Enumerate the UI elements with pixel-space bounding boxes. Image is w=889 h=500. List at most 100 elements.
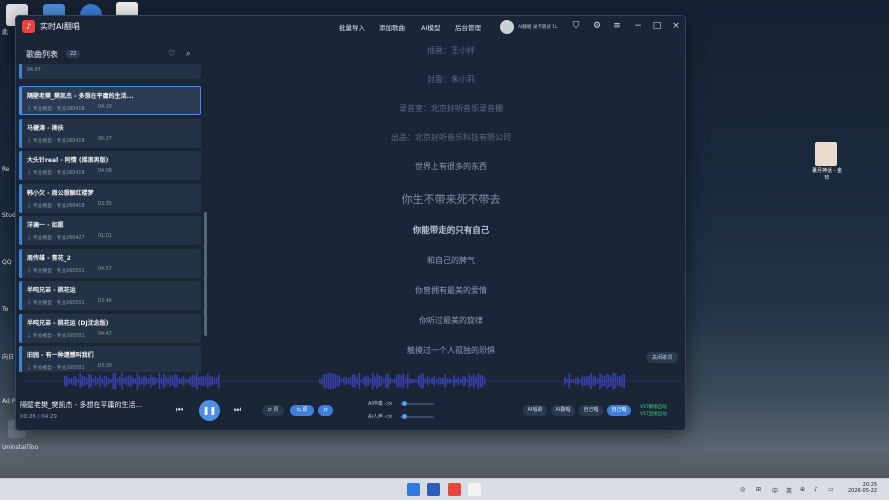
ai-voice-handle[interactable] xyxy=(401,414,407,419)
clock-date: 2026-05-22 xyxy=(848,488,878,494)
row-duration: 01:01 xyxy=(98,234,112,239)
waveform-bar xyxy=(145,377,147,385)
row-title: 韩小欠 - 周公想解红楼梦 xyxy=(27,189,94,197)
waveform-bar xyxy=(182,376,185,386)
waveform-bar xyxy=(90,374,92,388)
title-bar: ♪ 实时AI翻唱 批量导入 添加歌曲 AI模型 后台管理 AI翻唱 录卡随试 1… xyxy=(16,16,685,40)
desktop-avatar-icon[interactable] xyxy=(815,142,837,166)
waveform-bar xyxy=(160,377,163,385)
pill-active[interactable]: ⇆ 原 xyxy=(290,405,314,416)
clock[interactable]: 20:25 2026-05-22 xyxy=(848,482,877,494)
waveform-bar xyxy=(147,378,150,384)
waveform-bar xyxy=(391,379,394,383)
list-item[interactable]: 马健涛 - 搀扶 ♫ 专业模型 · 专业260418 05:27 xyxy=(19,118,201,148)
tray-icon-3[interactable]: 中 xyxy=(772,486,778,495)
song-list-scrollbar[interactable] xyxy=(204,212,207,336)
waveform-bar xyxy=(374,376,376,386)
mode-ai-sing[interactable]: AI唱歌 xyxy=(523,405,547,416)
nav-admin[interactable]: 后台管理 xyxy=(455,22,481,32)
waveform-bar xyxy=(327,372,330,390)
list-item[interactable]: 洋澜一 - 如愿 ♫ 专业模型 · 专业260427 01:01 xyxy=(19,216,201,245)
list-item-partial[interactable]: 04:07 xyxy=(19,64,201,79)
start-icon[interactable] xyxy=(407,483,420,496)
minimize-icon[interactable]: − xyxy=(632,21,644,31)
list-item[interactable]: 隔壁老樊_樊凯杰 - 多想在平庸的生活... ♫ 专业模型 · 专业260418 0… xyxy=(19,86,201,115)
waveform-bar xyxy=(114,372,117,390)
row-title: 旧园 - 有一种遗憾叫我们 xyxy=(27,352,94,359)
uninstall-label: UninstallToo xyxy=(2,444,39,451)
shirt-icon[interactable]: ⛉ xyxy=(570,21,582,31)
nav-import[interactable]: 批量导入 xyxy=(339,22,365,32)
row-meta: ♫ 专业模型 · 专业260501 xyxy=(27,366,85,371)
search-icon[interactable]: ⌕ xyxy=(186,49,190,59)
waveform-bar xyxy=(468,374,471,388)
user-name: AI翻唱 录卡随试 1L xyxy=(518,25,558,30)
waveform-bar xyxy=(579,379,581,383)
waveform-bar xyxy=(116,378,119,384)
menu-icon[interactable]: ≡ xyxy=(611,21,623,31)
close-lyrics-button[interactable]: 关闭歌词 xyxy=(646,352,679,363)
previous-icon[interactable]: ⏮ xyxy=(176,405,183,415)
waveform-bar xyxy=(448,378,451,384)
avatar[interactable] xyxy=(500,20,514,34)
waveform-bar xyxy=(583,376,586,386)
mode-ai-cover[interactable]: AI翻唱 xyxy=(551,405,575,416)
pause-button[interactable]: ❚❚ xyxy=(199,400,220,421)
tray-icon-1[interactable]: ◎ xyxy=(740,486,745,493)
list-item[interactable]: 周传雄 - 青花_2 ♫ 专业模型 · 专业260501 04:57 xyxy=(19,248,201,278)
waveform-bar xyxy=(400,374,402,388)
waveform-bar xyxy=(566,378,568,384)
desk-label-1: 此 xyxy=(2,29,9,36)
list-item[interactable]: 大头针real - 阿情 (摇滚男版) ♫ 专业模型 · 专业260418 04:0… xyxy=(19,151,201,180)
heart-icon[interactable]: ♡ xyxy=(168,49,175,58)
lyric-line: 你听过最美的旋律 xyxy=(419,316,483,325)
row-title: 周传雄 - 青花_2 xyxy=(27,254,71,262)
list-item[interactable]: 半吨兄弟 - 桃花运 ♫ 专业模型 · 专业260501 03:46 xyxy=(19,281,201,310)
taskbar-app-1[interactable] xyxy=(427,483,440,496)
lyric-line: 你能带走的只有自己 xyxy=(412,226,490,236)
mode-self-sing-active[interactable]: 自己唱 xyxy=(607,405,631,416)
row-meta: ♫ 专业模型 · 专业260418 xyxy=(27,203,85,209)
waveform-bar xyxy=(204,376,207,386)
waveform-bar xyxy=(209,376,211,386)
app-window: ♪ 实时AI翻唱 批量导入 添加歌曲 AI模型 后台管理 AI翻唱 录卡随试 1… xyxy=(15,15,686,431)
next-icon[interactable]: ⏭ xyxy=(234,405,241,415)
waveform[interactable] xyxy=(24,371,679,391)
waveform-bar xyxy=(92,378,95,384)
mode-self-sing[interactable]: 自己唱 xyxy=(579,405,603,416)
waveform-bar xyxy=(149,374,152,388)
waveform-bar xyxy=(398,374,400,388)
waveform-bar xyxy=(481,375,484,387)
waveform-bar xyxy=(325,373,328,389)
tray-icon-6[interactable]: ♪ xyxy=(814,486,818,493)
waveform-bar xyxy=(213,377,216,385)
ai-accompany-handle[interactable] xyxy=(401,401,407,406)
list-item[interactable]: 旧园 - 有一种遗憾叫我们 ♫ 专业模型 · 专业260501 03:30 xyxy=(19,346,201,372)
nav-add-song[interactable]: 添加歌曲 xyxy=(379,22,405,32)
waveform-bar xyxy=(367,376,369,386)
row-title: 半吨兄弟 - 桃花运 (DJ沈念版) xyxy=(27,319,109,327)
pill-loop[interactable]: ⇄ xyxy=(318,405,333,416)
waveform-bar xyxy=(321,377,323,385)
waveform-bar xyxy=(154,377,156,385)
waveform-bar xyxy=(477,372,479,390)
pill-original[interactable]: ⇄ 原 xyxy=(262,405,284,416)
desk-label-6: 向日 xyxy=(2,354,15,361)
waveform-bar xyxy=(433,376,435,386)
list-item[interactable]: 韩小欠 - 周公想解红楼梦 ♫ 专业模型 · 专业260418 03:35 xyxy=(19,183,201,213)
maximize-icon[interactable]: □ xyxy=(651,21,663,31)
tray-icon-2[interactable]: ⊞ xyxy=(756,486,761,493)
taskbar-app-3[interactable] xyxy=(468,483,481,496)
waveform-bar xyxy=(121,372,123,390)
waveform-bar xyxy=(382,378,385,384)
gear-icon[interactable]: ⚙ xyxy=(591,21,603,31)
list-item[interactable]: 半吨兄弟 - 桃花运 (DJ沈念版) ♫ 专业模型 · 专业260501 04:47 xyxy=(19,313,201,343)
nav-ai-model[interactable]: AI模型 xyxy=(421,22,440,32)
taskbar-app-2[interactable] xyxy=(448,483,461,496)
waveform-bar xyxy=(396,374,398,388)
close-icon[interactable]: × xyxy=(670,21,682,31)
tray-icon-4[interactable]: 英 xyxy=(786,486,792,495)
waveform-bar xyxy=(459,378,462,384)
tray-icon-7[interactable]: ▭ xyxy=(828,486,834,493)
tray-icon-5[interactable]: ⊕ xyxy=(800,486,805,493)
